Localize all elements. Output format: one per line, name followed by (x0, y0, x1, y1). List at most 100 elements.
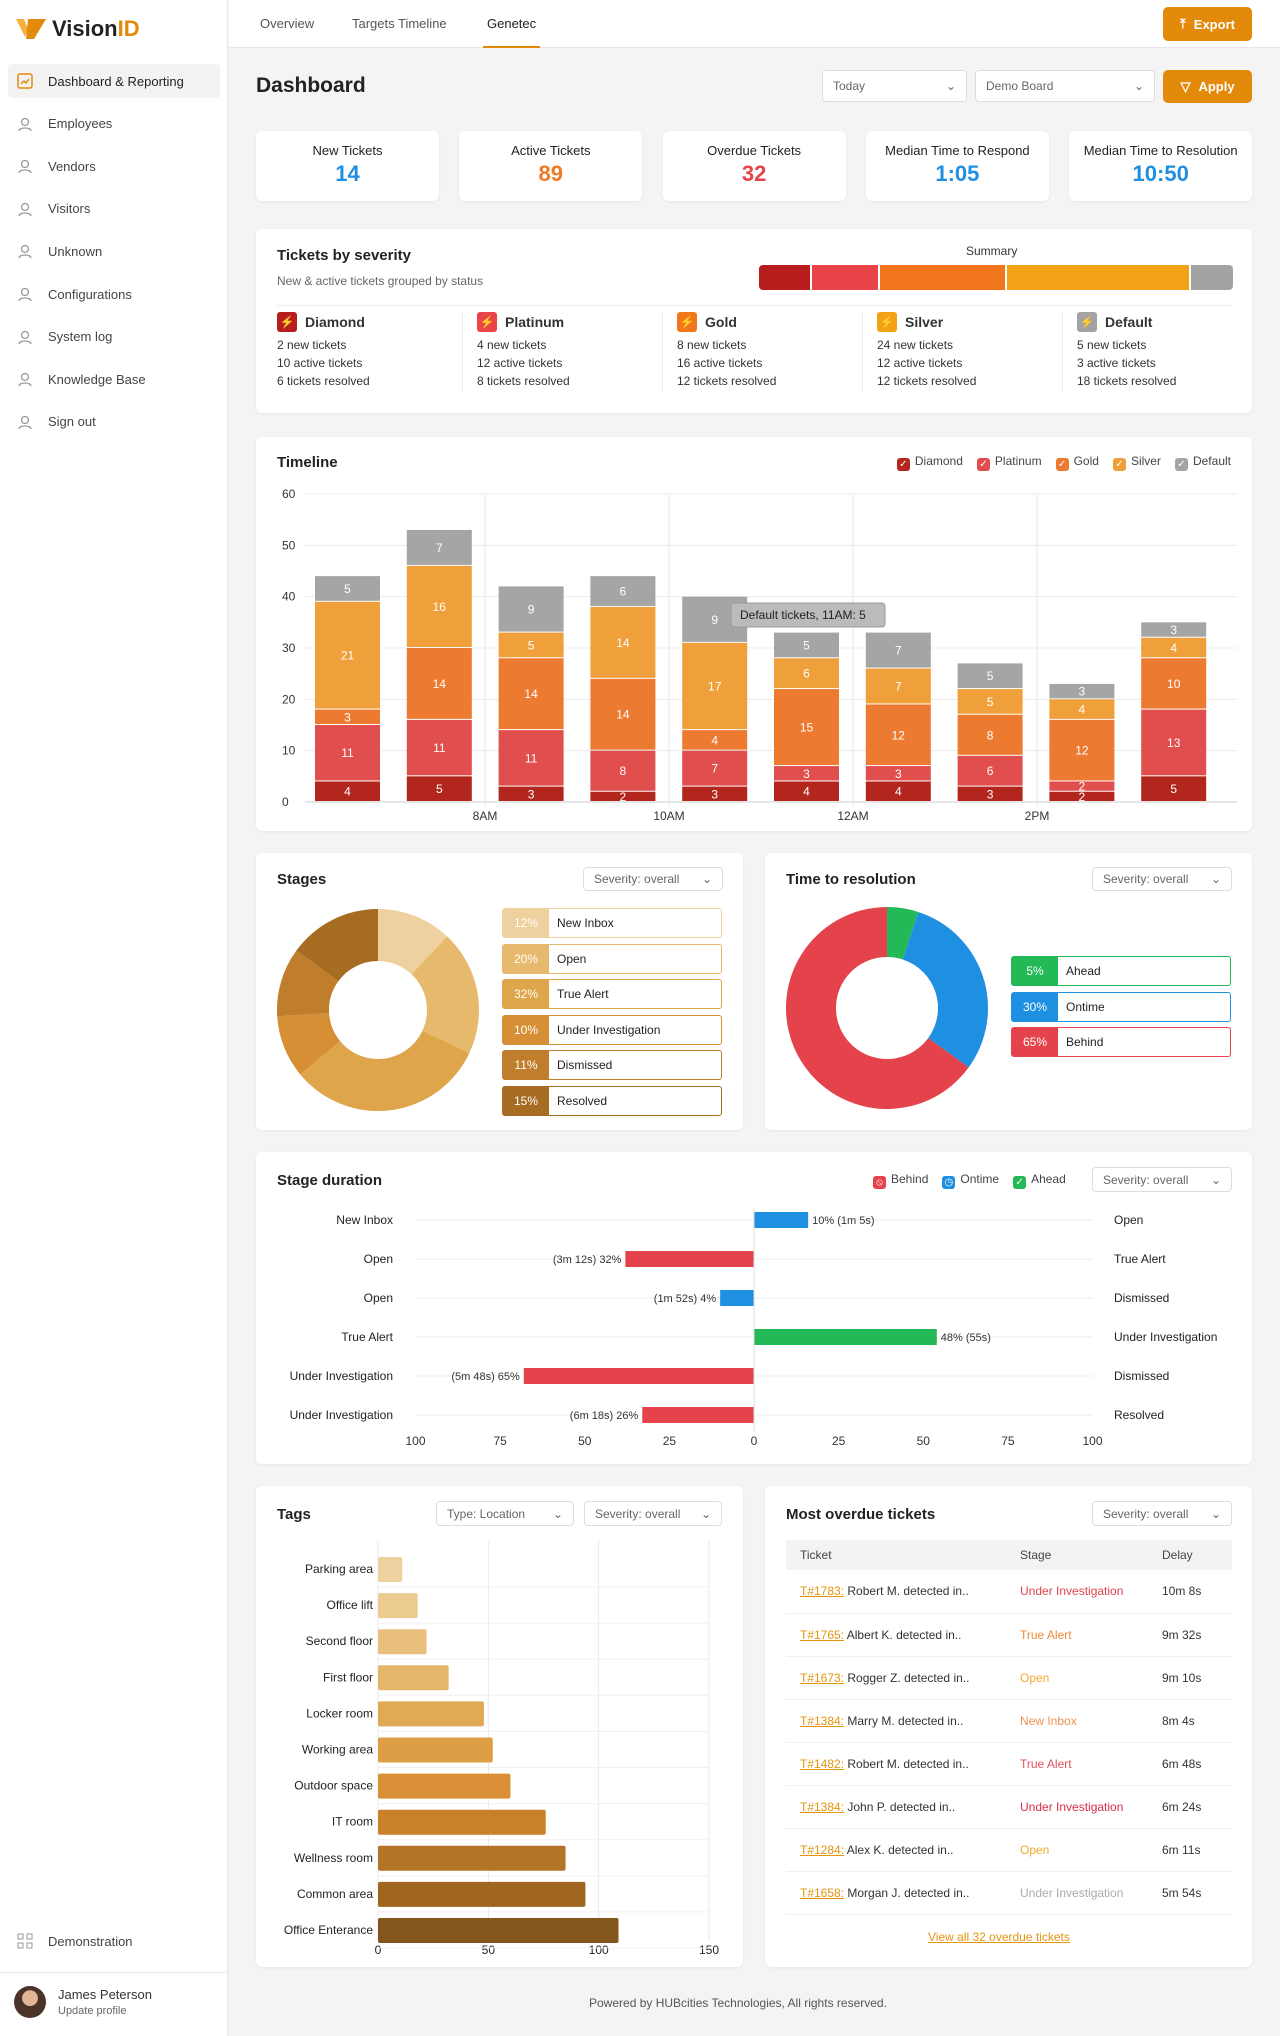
bar-value-label: 16 (433, 600, 447, 614)
date-filter-select[interactable]: Today ⌄ (822, 70, 967, 102)
tag-bar[interactable] (378, 1773, 511, 1799)
table-row[interactable]: T#1658: Morgan J. detected in.. Under Inv… (786, 1871, 1232, 1915)
severity-active-count: 10 active tickets (277, 356, 363, 370)
apply-button[interactable]: ▽ Apply (1163, 70, 1252, 103)
row-label-from: New Inbox (336, 1213, 393, 1227)
severity-silver: ⚡ Silver 24 new tickets 12 active tickets 12… (877, 312, 1067, 390)
category-label: Locker room (306, 1706, 373, 1720)
tag-bar[interactable] (378, 1557, 403, 1582)
x-tick-label: 75 (493, 1434, 507, 1448)
logo[interactable]: VisionID (16, 16, 140, 42)
sidebar-item-demonstration[interactable]: Demonstration (8, 1924, 220, 1958)
bar-value-label: (1m 52s) 4% (654, 1293, 717, 1305)
bar-value-label: 14 (524, 687, 538, 701)
select-value: Severity: overall (1103, 1506, 1189, 1521)
board-filter-select[interactable]: Demo Board ⌄ (975, 70, 1155, 102)
x-tick-label: 50 (917, 1434, 931, 1448)
user-name: James Peterson (58, 1987, 152, 2002)
donut-slice-ontime[interactable] (902, 911, 988, 1068)
sidebar-item-sign-out[interactable]: Sign out (8, 405, 220, 439)
divider (0, 1972, 228, 1973)
bar-value-label: 14 (616, 708, 630, 722)
tab-overview[interactable]: Overview (260, 16, 314, 31)
table-row[interactable]: T#1673: Rogger Z. detected in.. Open 9m 10… (786, 1656, 1232, 1700)
update-profile-link[interactable]: Update profile (58, 2005, 152, 2017)
ticket-link[interactable]: T#1658: (800, 1886, 844, 1900)
face-scan-icon (18, 117, 32, 131)
summary-segment-gold (879, 265, 1006, 290)
tag-bar[interactable] (378, 1881, 586, 1907)
duration-bar[interactable] (642, 1407, 754, 1423)
sidebar-item-knowledge-base[interactable]: Knowledge Base (8, 362, 220, 396)
tag-bar[interactable] (378, 1701, 484, 1727)
row-label-from: Open (364, 1291, 393, 1305)
duration-bar[interactable] (754, 1329, 937, 1345)
y-tick-label: 0 (282, 795, 289, 809)
table-row[interactable]: T#1384: Marry M. detected in.. New Inbox 8… (786, 1699, 1232, 1743)
delay-cell: 6m 48s (1148, 1742, 1232, 1786)
table-row[interactable]: T#1284: Alex K. detected in.. Open 6m 11s (786, 1828, 1232, 1872)
view-all-overdue-link[interactable]: View all 32 overdue tickets (928, 1930, 1070, 1944)
chevron-down-icon: ⌄ (701, 872, 712, 886)
category-label: First floor (323, 1670, 373, 1684)
ticket-link[interactable]: T#1384: (800, 1714, 844, 1728)
table-row[interactable]: T#1765: Albert K. detected in.. True Aler… (786, 1613, 1232, 1657)
category-label: Parking area (305, 1562, 373, 1576)
duration-bar[interactable] (720, 1290, 754, 1306)
duration-bar[interactable] (754, 1212, 809, 1228)
bar-value-label: 3 (895, 767, 902, 781)
sidebar-item-configurations[interactable]: Configurations (8, 277, 220, 311)
tag-bar[interactable] (378, 1918, 619, 1943)
column-header-stage: Stage (1006, 1540, 1148, 1570)
bar-value-label: 10 (1167, 677, 1181, 691)
tag-bar[interactable] (378, 1809, 546, 1835)
tag-bar[interactable] (378, 1593, 418, 1619)
tag-bar[interactable] (378, 1665, 449, 1691)
ticket-link[interactable]: T#1284: (800, 1843, 844, 1857)
tab-targets-timeline[interactable]: Targets Timeline (352, 16, 447, 31)
legend-item-resolved: 15% Resolved (502, 1086, 722, 1116)
x-tick-label: 150 (699, 1943, 719, 1957)
severity-name: ⚡ Default (1077, 312, 1267, 332)
sidebar-item-unknown[interactable]: Unknown (8, 234, 220, 268)
stage-cell: New Inbox (1006, 1699, 1148, 1743)
summary-segment-default (1191, 265, 1233, 290)
bar-value-label: 3 (711, 787, 718, 801)
sidebar-item-employees[interactable]: Employees (8, 107, 220, 141)
export-button[interactable]: ⤒ Export (1163, 7, 1252, 41)
severity-new-count: 4 new tickets (477, 338, 547, 352)
ticket-link[interactable]: T#1673: (800, 1671, 844, 1685)
duration-bar[interactable] (625, 1251, 754, 1267)
sidebar-item-visitors[interactable]: Visitors (8, 192, 220, 226)
sidebar-item-label: Demonstration (48, 1933, 133, 1949)
ticket-link[interactable]: T#1765: (800, 1628, 844, 1642)
ticket-link[interactable]: T#1384: (800, 1800, 844, 1814)
x-tick-label: 50 (578, 1434, 592, 1448)
tag-bar[interactable] (378, 1737, 493, 1763)
resolution-severity-select[interactable]: Severity: overall ⌄ (1092, 867, 1232, 891)
table-row[interactable]: T#1384: John P. detected in.. Under Inves… (786, 1785, 1232, 1829)
tag-bar[interactable] (378, 1845, 566, 1871)
delay-cell: 6m 24s (1148, 1785, 1232, 1829)
severity-resolved-count: 18 tickets resolved (1077, 374, 1177, 388)
export-label: Export (1193, 16, 1235, 32)
sidebar-item-vendors[interactable]: Vendors (8, 149, 220, 183)
stages-severity-select[interactable]: Severity: overall ⌄ (583, 867, 723, 891)
bar-value-label: (5m 48s) 65% (451, 1371, 520, 1383)
stage-cell: Under Investigation (1006, 1785, 1148, 1829)
tag-bar[interactable] (378, 1629, 427, 1655)
duration-bar[interactable] (523, 1368, 754, 1384)
ticket-link[interactable]: T#1783: (800, 1584, 844, 1598)
overdue-severity-select[interactable]: Severity: overall ⌄ (1092, 1501, 1232, 1526)
table-row[interactable]: T#1783: Robert M. detected in.. Under Inv… (786, 1570, 1232, 1614)
sidebar-item-system-log[interactable]: System log (8, 320, 220, 354)
badge-icon (18, 202, 32, 217)
ticket-link[interactable]: T#1482: (800, 1757, 844, 1771)
user-profile[interactable]: James Peterson Update profile (14, 1986, 152, 2018)
bar-value-label: 15 (800, 721, 814, 735)
tab-genetec[interactable]: Genetec (482, 16, 541, 48)
legend-item-ahead: 5% Ahead (1011, 956, 1231, 986)
sidebar-item-dashboard-reporting[interactable]: Dashboard & Reporting (8, 64, 220, 98)
bar-value-label: 7 (895, 644, 902, 658)
table-row[interactable]: T#1482: Robert M. detected in.. True Aler… (786, 1742, 1232, 1786)
